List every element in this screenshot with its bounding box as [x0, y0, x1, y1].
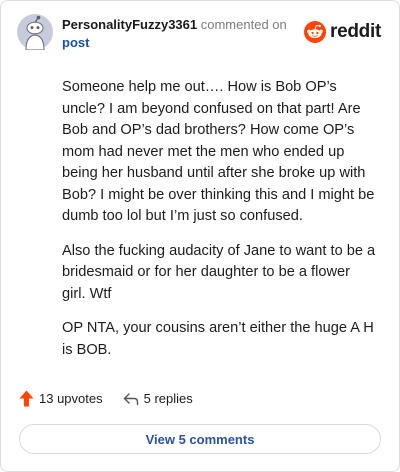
reddit-logo-icon	[304, 21, 327, 43]
commented-on-label: commented on	[200, 17, 287, 32]
view-comments-button[interactable]: View 5 comments	[19, 424, 381, 454]
comment-header: PersonalityFuzzy3361 commented on	[62, 17, 287, 33]
upvote-arrow-icon	[19, 390, 34, 407]
comment-body: Someone help me out…. How is Bob OP’s un…	[62, 77, 377, 374]
reply-button[interactable]: 5 replies	[123, 391, 193, 406]
username[interactable]: PersonalityFuzzy3361	[62, 17, 197, 32]
user-avatar[interactable]	[17, 14, 53, 51]
avatar-icon	[17, 14, 53, 51]
post-link[interactable]: post	[62, 35, 89, 51]
reddit-brand[interactable]: reddit	[304, 21, 381, 43]
upvote-button[interactable]: 13 upvotes	[19, 390, 103, 407]
comment-actions: 13 upvotes 5 replies	[19, 390, 193, 407]
comment-paragraph-1: Someone help me out…. How is Bob OP’s un…	[62, 79, 375, 224]
comment-paragraph-3: OP NTA, your cousins aren’t either the h…	[62, 320, 374, 358]
reply-icon	[123, 392, 138, 405]
comment-card: PersonalityFuzzy3361 commented on post r…	[0, 0, 400, 472]
reply-count: 5 replies	[143, 391, 193, 406]
upvote-count: 13 upvotes	[39, 391, 103, 406]
reddit-wordmark: reddit	[330, 21, 381, 42]
comment-paragraph-2: Also the fucking audacity of Jane to wan…	[62, 242, 376, 302]
